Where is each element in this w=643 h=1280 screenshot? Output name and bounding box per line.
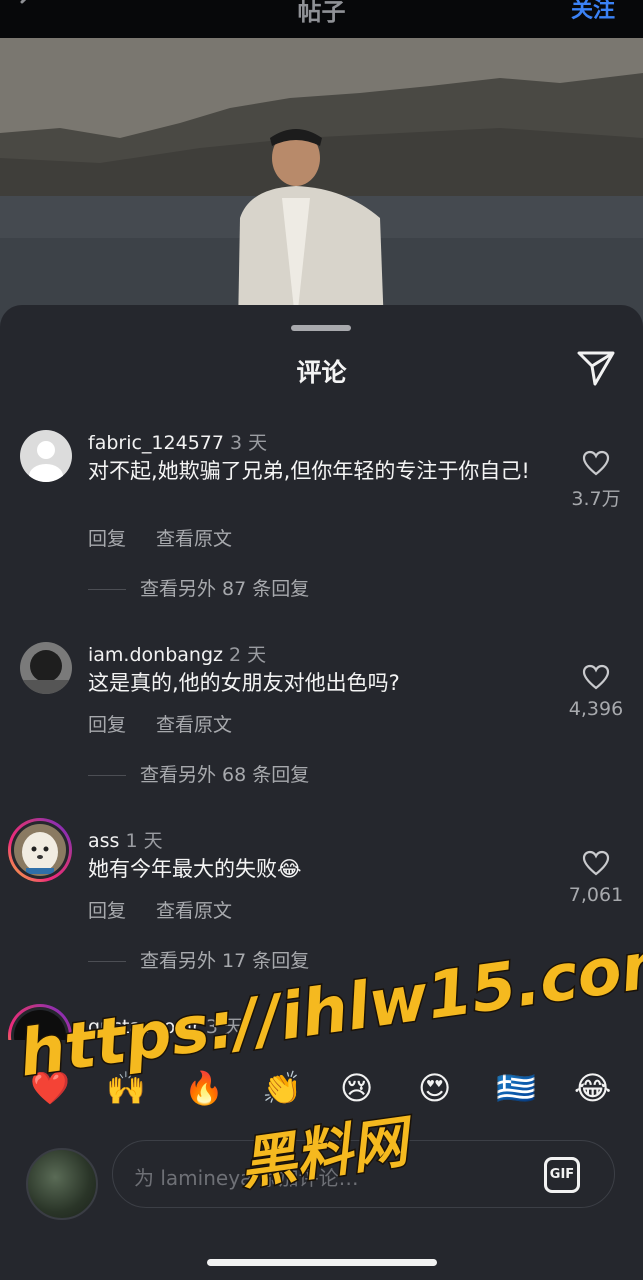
replies-divider: [88, 775, 126, 776]
comment-age: 1 天: [125, 830, 163, 852]
share-send-icon[interactable]: [576, 349, 616, 387]
see-original-button[interactable]: 查看原文: [156, 528, 232, 550]
comment-actions: 回复 查看原文: [88, 896, 262, 923]
top-bar: 帖子 关注: [0, 0, 643, 38]
replies-divider: [88, 589, 126, 590]
comment-meta: ass 1 天: [88, 826, 163, 853]
comment-text: 对不起,她欺骗了兄弟,但你年轻的专注于你自己!: [88, 459, 530, 483]
reply-button[interactable]: 回复: [88, 528, 126, 550]
comment-age: 3 天: [229, 432, 268, 454]
heart-icon: [582, 450, 610, 476]
comment-age: 2 天: [228, 644, 267, 666]
gif-button[interactable]: GIF: [544, 1157, 580, 1193]
sheet-title: 评论: [296, 358, 347, 387]
like-button[interactable]: 4,396: [566, 664, 626, 720]
view-replies-button[interactable]: 查看另外 68 条回复: [88, 760, 309, 787]
quick-emoji-flag-greece[interactable]: 🇬🇷: [496, 1068, 536, 1108]
page-title: 帖子: [297, 0, 346, 26]
comment-meta: iam.donbangz 2 天: [88, 640, 266, 667]
heart-icon: [582, 850, 610, 876]
home-indicator: [207, 1259, 437, 1266]
comment-actions: 回复 查看原文: [88, 524, 262, 551]
see-original-button[interactable]: 查看原文: [156, 900, 232, 922]
replies-divider: [88, 961, 126, 962]
follow-button[interactable]: 关注: [571, 0, 615, 24]
username[interactable]: fabric_124577: [88, 432, 224, 454]
comment-actions: 回复 查看原文: [88, 710, 262, 737]
quick-emoji-fire[interactable]: 🔥: [184, 1068, 224, 1108]
like-button[interactable]: 3.7万: [566, 450, 626, 511]
quick-emoji-clap[interactable]: 👏: [262, 1068, 302, 1108]
username[interactable]: ass: [88, 830, 119, 852]
view-replies-label: 查看另外 17 条回复: [140, 950, 310, 972]
avatar[interactable]: [20, 430, 72, 482]
quick-emoji-laugh[interactable]: 😂: [574, 1068, 611, 1108]
like-button[interactable]: 7,061: [566, 850, 626, 906]
drag-handle[interactable]: [291, 325, 351, 331]
comment-text: 她有今年最大的失败😂: [88, 857, 302, 881]
current-user-avatar: [26, 1148, 98, 1220]
like-count: 7,061: [568, 884, 624, 906]
quick-emoji-heart-eyes[interactable]: 😍: [418, 1068, 451, 1108]
view-replies-button[interactable]: 查看另外 17 条回复: [88, 946, 309, 973]
see-original-button[interactable]: 查看原文: [156, 714, 232, 736]
username[interactable]: iam.donbangz: [88, 644, 223, 666]
post-photo: [0, 38, 643, 328]
like-count: 4,396: [568, 698, 624, 720]
view-replies-label: 查看另外 68 条回复: [140, 764, 310, 786]
comment-text: 这是真的,他的女朋友对他出色吗?: [88, 671, 400, 695]
reply-button[interactable]: 回复: [88, 714, 126, 736]
view-replies-label: 查看另外 87 条回复: [140, 578, 310, 600]
avatar-story-ring[interactable]: [8, 818, 72, 882]
view-replies-button[interactable]: 查看另外 87 条回复: [88, 574, 309, 601]
like-count: 3.7万: [571, 488, 621, 510]
avatar[interactable]: [20, 642, 72, 694]
reply-button[interactable]: 回复: [88, 900, 126, 922]
comment-meta: fabric_124577 3 天: [88, 428, 267, 455]
heart-icon: [582, 664, 610, 690]
